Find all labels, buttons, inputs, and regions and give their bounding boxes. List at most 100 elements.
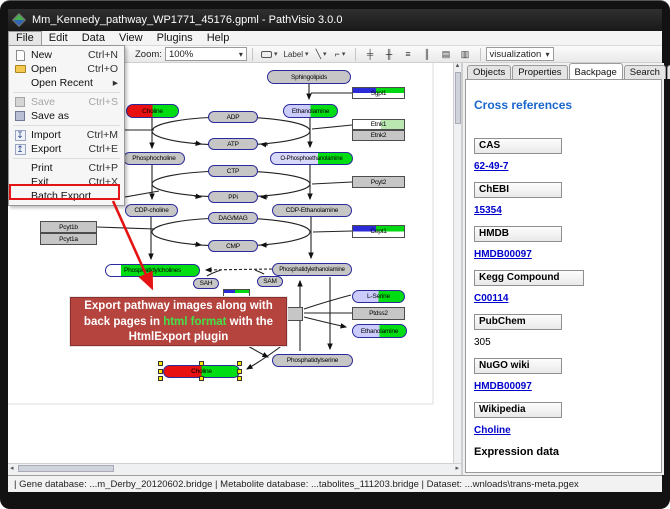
group-icon: ▥ bbox=[461, 49, 470, 60]
chevron-down-icon: ▾ bbox=[323, 50, 327, 58]
import-icon: ↧ bbox=[13, 130, 27, 141]
title-bar[interactable]: Mm_Kennedy_pathway_WP1771_45176.gpml - P… bbox=[8, 9, 662, 31]
node-l-serine[interactable]: L-Serine bbox=[352, 290, 405, 303]
node-o-phosphoethanolamine[interactable]: O-Phosphoethanolamine bbox=[270, 152, 353, 165]
backpage-content: Cross references CAS 62-49-7 ChEBI 15354… bbox=[465, 79, 662, 473]
node-atp[interactable]: ATP bbox=[208, 138, 258, 150]
scroll-up-icon[interactable]: ▲ bbox=[455, 63, 461, 69]
tab-search[interactable]: Search bbox=[624, 65, 666, 79]
gene-ptdss2[interactable]: Ptdss2 bbox=[352, 307, 405, 320]
scrollbar-thumb[interactable] bbox=[455, 72, 461, 124]
node-phosphatidylserine[interactable]: Phosphatidylserine bbox=[272, 354, 353, 367]
datanode-tool-button[interactable]: ▾ bbox=[259, 47, 280, 61]
node-ppi[interactable]: PPi bbox=[208, 191, 258, 203]
connector-tool-button[interactable]: ⌐▾ bbox=[332, 47, 349, 61]
gene-etnk1[interactable]: Etnk1 bbox=[352, 119, 405, 130]
xref-link[interactable]: 15354 bbox=[474, 205, 653, 216]
selection-handle[interactable] bbox=[237, 369, 242, 374]
node-cdp-ethanolamine[interactable]: CDP-Ethanolamine bbox=[272, 204, 352, 217]
gene-cept1[interactable]: Cept1 bbox=[352, 225, 405, 238]
tab-backpage[interactable]: Backpage bbox=[569, 63, 623, 79]
menu-view[interactable]: View bbox=[112, 31, 150, 46]
xref-section-kegg: Kegg Compound C00114 bbox=[474, 270, 653, 304]
tab-objects[interactable]: Objects bbox=[467, 65, 511, 79]
chevron-down-icon: ▾ bbox=[305, 50, 309, 58]
zoom-label: Zoom: bbox=[135, 49, 162, 60]
xref-section-wikipedia: Wikipedia Choline bbox=[474, 402, 653, 436]
file-menu-save[interactable]: Save Ctrl+S bbox=[9, 95, 124, 109]
align-center-button[interactable]: ╪ bbox=[362, 47, 379, 61]
scroll-left-icon[interactable]: ◂ bbox=[10, 464, 14, 473]
file-menu-new[interactable]: New Ctrl+N bbox=[9, 48, 124, 62]
xref-link[interactable]: Choline bbox=[474, 425, 653, 436]
menu-plugins[interactable]: Plugins bbox=[150, 31, 200, 46]
selection-handle[interactable] bbox=[158, 361, 163, 366]
node-sphingolipids[interactable]: Sphingolipids bbox=[267, 70, 351, 84]
node-ctp[interactable]: CTP bbox=[208, 165, 258, 177]
menu-data[interactable]: Data bbox=[75, 31, 112, 46]
distribute-horizontal-button[interactable]: ≡ bbox=[400, 47, 417, 61]
file-menu-import[interactable]: ↧ Import Ctrl+M bbox=[9, 128, 124, 142]
node-choline-top[interactable]: Choline bbox=[126, 104, 179, 118]
gene-pcyt1a[interactable]: Pcyt1a bbox=[40, 233, 97, 245]
menu-bar: File Edit Data View Plugins Help bbox=[8, 31, 662, 46]
file-menu-popup: New Ctrl+N Open Ctrl+O Open Recent ▸ Sav… bbox=[8, 45, 125, 206]
align-middle-button[interactable]: ╫ bbox=[381, 47, 398, 61]
xref-title: CAS bbox=[474, 138, 562, 154]
selection-handle[interactable] bbox=[158, 376, 163, 381]
node-adp[interactable]: ADP bbox=[208, 111, 258, 123]
selection-handle[interactable] bbox=[237, 376, 242, 381]
node-sam[interactable]: SAM bbox=[257, 276, 283, 287]
selection-handle[interactable] bbox=[199, 376, 204, 381]
gene-etnk2[interactable]: Etnk2 bbox=[352, 130, 405, 141]
gene-sgpl1[interactable]: Sgpl1 bbox=[352, 87, 405, 99]
selection-handle[interactable] bbox=[237, 361, 242, 366]
datanode-icon bbox=[261, 51, 272, 58]
xref-link[interactable]: HMDB00097 bbox=[474, 381, 653, 392]
canvas-vertical-scrollbar[interactable]: ▲ bbox=[453, 63, 461, 463]
node-phosphatidylethanolamine[interactable]: Phosphatidylethanolamine bbox=[272, 263, 352, 276]
gene-pcyt2[interactable]: Pcyt2 bbox=[352, 176, 405, 188]
gene-pcyt1b[interactable]: Pcyt1b bbox=[40, 221, 97, 233]
screenshot-frame: Mm_Kennedy_pathway_WP1771_45176.gpml - P… bbox=[0, 0, 670, 509]
align-middle-icon: ╫ bbox=[386, 49, 392, 59]
node-dag-mag[interactable]: DAG/MAG bbox=[208, 212, 258, 224]
line-tool-button[interactable]: ╲▾ bbox=[313, 47, 330, 61]
node-cdp-choline[interactable]: CDP-choline bbox=[125, 204, 178, 217]
gene-box-partial[interactable] bbox=[223, 289, 250, 297]
window-title: Mm_Kennedy_pathway_WP1771_45176.gpml - P… bbox=[32, 14, 342, 26]
scroll-right-icon[interactable]: ▸ bbox=[455, 464, 459, 473]
file-menu-print[interactable]: Print Ctrl+P bbox=[9, 161, 124, 175]
xref-link[interactable]: 62-49-7 bbox=[474, 161, 653, 172]
menu-file[interactable]: File bbox=[8, 31, 42, 46]
xref-title: ChEBI bbox=[474, 182, 562, 198]
node-phosphocholine[interactable]: Phosphocholine bbox=[123, 152, 185, 165]
file-menu-export[interactable]: ↥ Export Ctrl+E bbox=[9, 142, 124, 156]
visualization-select[interactable]: visualization ▾ bbox=[486, 47, 554, 61]
stack-button[interactable]: ▤ bbox=[438, 47, 455, 61]
submenu-arrow-icon: ▸ bbox=[113, 77, 118, 89]
menu-help[interactable]: Help bbox=[200, 31, 237, 46]
selection-handle[interactable] bbox=[158, 369, 163, 374]
menu-edit[interactable]: Edit bbox=[42, 31, 75, 46]
node-phosphatidylcholines[interactable]: Phosphatidylcholines bbox=[105, 264, 200, 277]
annotation-callout: Export pathway images along with back pa… bbox=[70, 297, 287, 346]
file-menu-open-recent[interactable]: Open Recent ▸ bbox=[9, 76, 124, 90]
distribute-vertical-button[interactable]: ║ bbox=[419, 47, 436, 61]
zoom-select[interactable]: 100% ▾ bbox=[165, 47, 247, 61]
label-tool-button[interactable]: Label▾ bbox=[281, 47, 310, 61]
selection-handle[interactable] bbox=[199, 361, 204, 366]
node-sah[interactable]: SAH bbox=[193, 278, 219, 289]
node-ethanolamine-bottom[interactable]: Ethanolamine bbox=[352, 324, 407, 338]
file-menu-open[interactable]: Open Ctrl+O bbox=[9, 62, 124, 76]
node-cmp[interactable]: CMP bbox=[208, 240, 258, 252]
scrollbar-thumb[interactable] bbox=[18, 465, 114, 472]
xref-link[interactable]: HMDB00097 bbox=[474, 249, 653, 260]
group-button[interactable]: ▥ bbox=[457, 47, 474, 61]
canvas-horizontal-scrollbar[interactable]: ◂ ▸ bbox=[8, 463, 461, 473]
xref-link[interactable]: C00114 bbox=[474, 293, 653, 304]
node-ethanolamine-top[interactable]: Ethanolamine bbox=[283, 104, 338, 118]
distribute-vertical-icon: ║ bbox=[424, 49, 430, 59]
tab-properties[interactable]: Properties bbox=[512, 65, 567, 79]
file-menu-save-as[interactable]: Save as bbox=[9, 109, 124, 123]
